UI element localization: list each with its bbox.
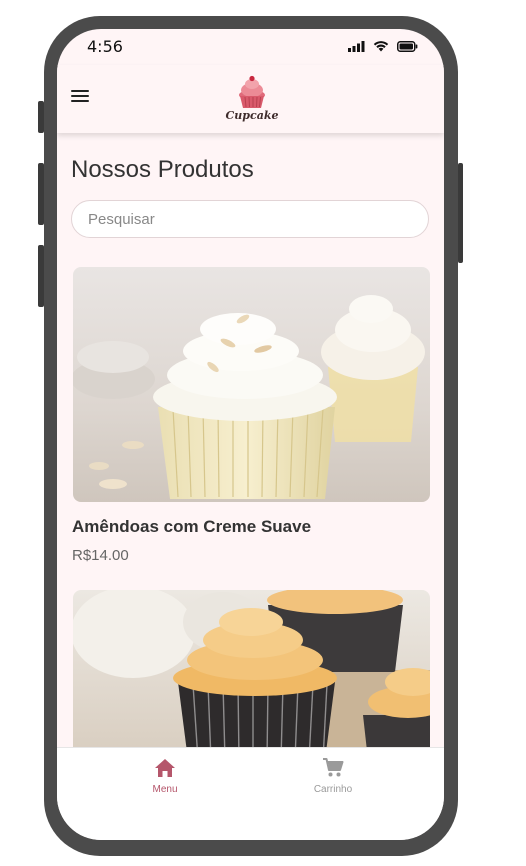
product-image-1[interactable]	[73, 267, 430, 502]
side-button-power	[458, 163, 463, 263]
product-name[interactable]: Amêndoas com Creme Suave	[72, 517, 311, 537]
nav-item-menu[interactable]: Menu	[125, 758, 205, 795]
cart-icon	[323, 758, 344, 777]
status-icons	[348, 40, 418, 52]
phone-screen: 4:56 Cupcake Nossos Produtos Pesquisar A…	[57, 29, 444, 840]
search-input[interactable]	[71, 200, 429, 238]
wifi-icon	[373, 41, 389, 52]
app-bar: Cupcake	[57, 65, 444, 133]
signal-icon	[348, 40, 365, 52]
bottom-navigation: Menu Carrinho	[57, 747, 444, 840]
battery-icon	[397, 40, 418, 52]
product-price: R$14.00	[72, 547, 129, 564]
nav-label-carrinho: Carrinho	[313, 784, 353, 795]
home-icon	[155, 759, 175, 777]
logo-text: Cupcake	[225, 109, 279, 122]
chocolate-cupcake-photo	[73, 590, 430, 760]
cupcake-logo: Cupcake	[225, 75, 279, 125]
cupcake-logo-icon	[239, 75, 265, 108]
product-image-2[interactable]	[73, 590, 430, 760]
status-bar: 4:56	[57, 29, 444, 65]
page-title: Nossos Produtos	[71, 156, 254, 183]
hamburger-menu-icon[interactable]	[71, 90, 89, 106]
nav-item-carrinho[interactable]: Carrinho	[293, 758, 373, 795]
status-time: 4:56	[87, 37, 123, 56]
nav-label-menu: Menu	[152, 784, 178, 795]
vanilla-cupcake-photo	[73, 267, 430, 502]
